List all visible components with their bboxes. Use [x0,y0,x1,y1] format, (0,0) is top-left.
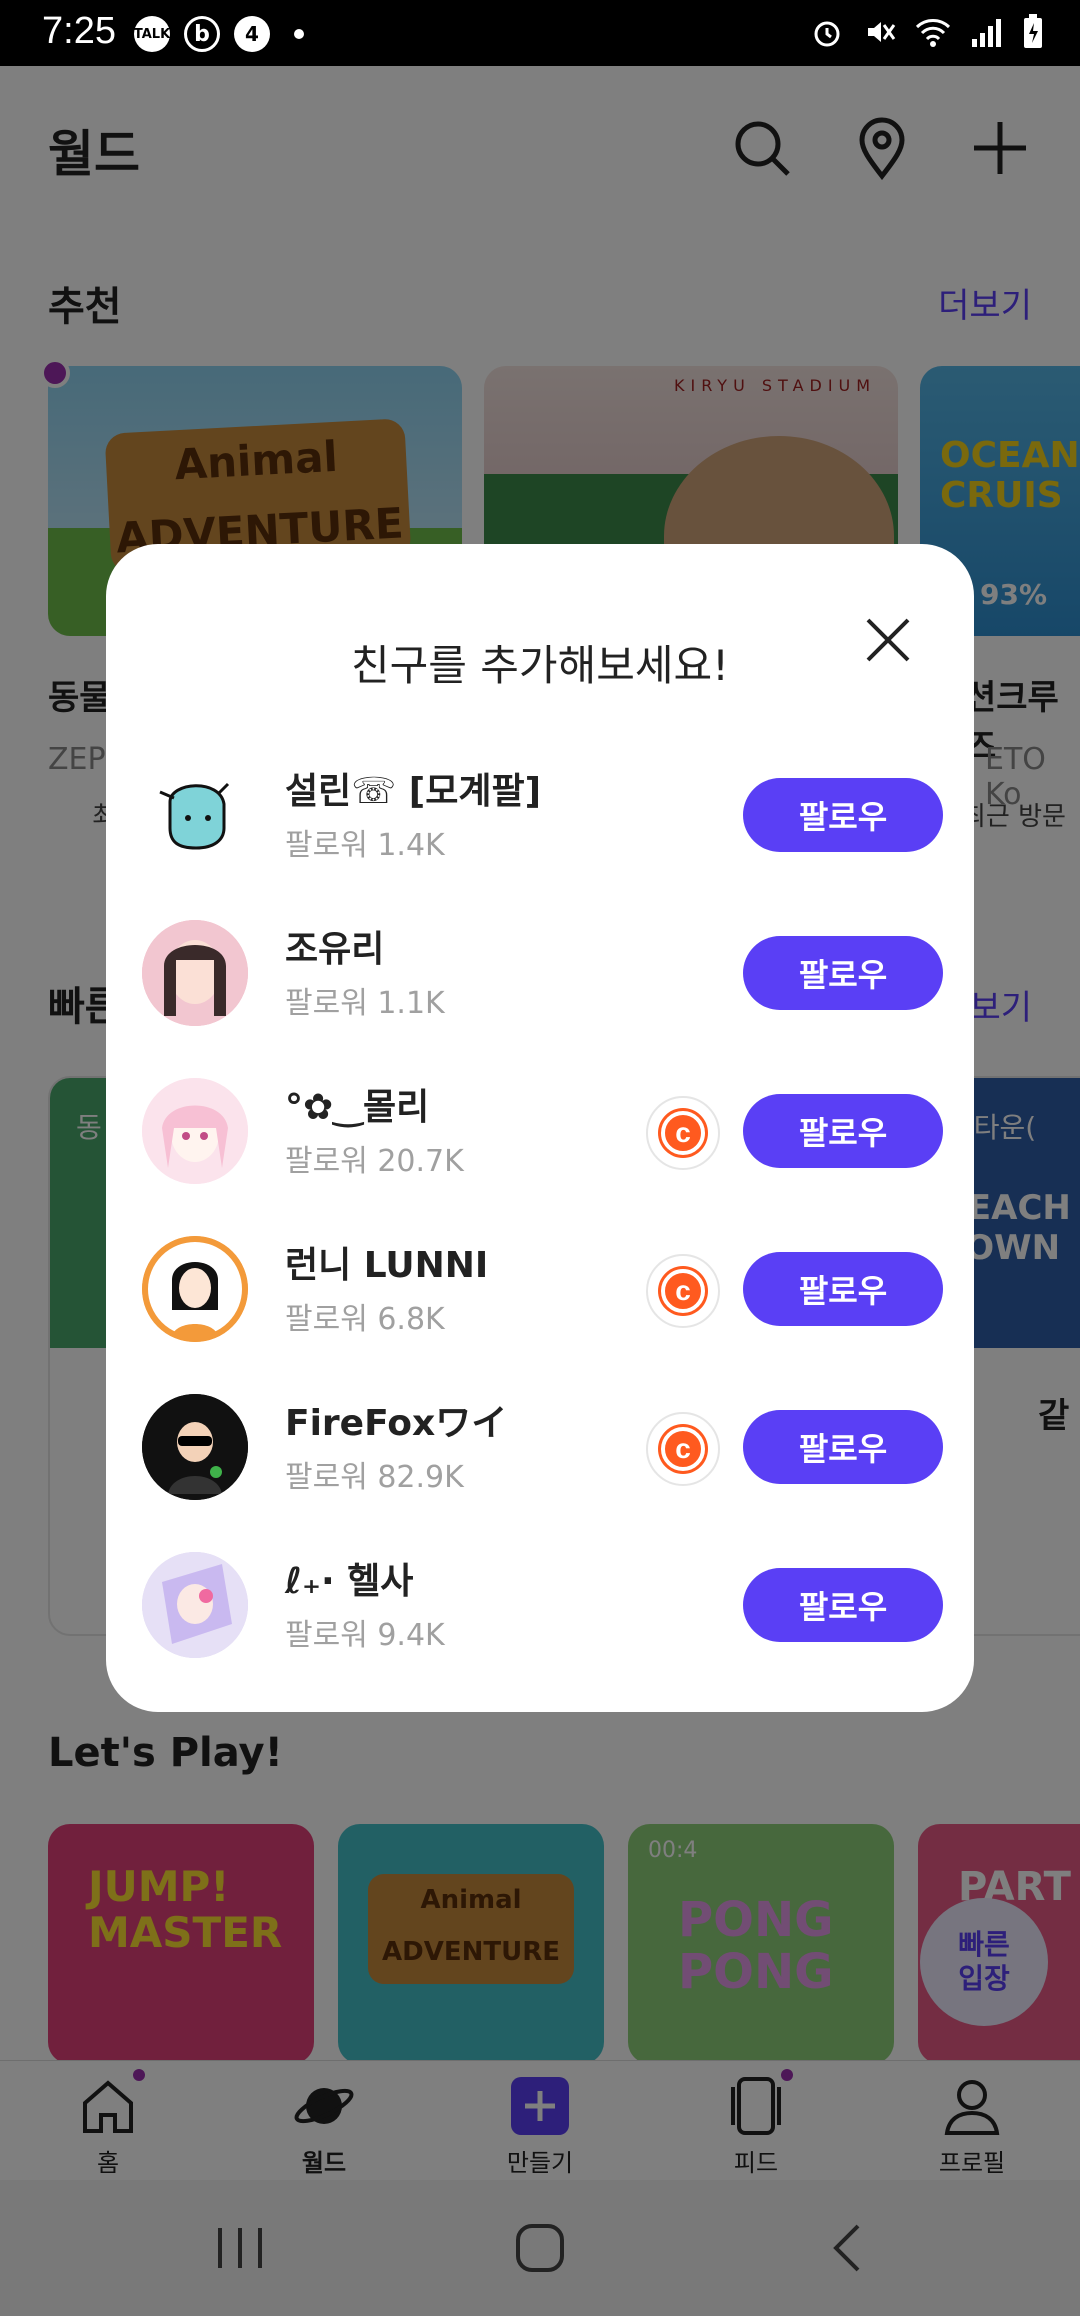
friend-row: 설린☏ [모계팔] 팔로워 1.4K 팔로우 [106,740,974,890]
dot-icon [294,29,304,39]
friend-row: FireFoxワイ 팔로워 82.9K c 팔로우 [106,1372,974,1522]
status-bar: 7:25 TALK b 4 [0,0,1080,66]
follow-button[interactable]: 팔로우 [743,778,943,852]
friend-row: °✿‿몰리 팔로워 20.7K c 팔로우 [106,1056,974,1206]
avatar[interactable] [142,1078,248,1184]
follow-button[interactable]: 팔로우 [743,1094,943,1168]
follower-count: 팔로워 9.4K [285,1618,445,1653]
add-friends-modal: 친구를 추가해보세요! 설린☏ [모계팔] 팔로워 1.4K 팔로우 조유리 팔… [106,544,974,1712]
user-name: °✿‿몰리 [285,1087,430,1128]
signal-icon [972,19,1001,47]
follower-count: 팔로워 1.4K [285,828,445,863]
friend-row: ℓ₊· 헬사 팔로워 9.4K 팔로우 [106,1530,974,1680]
status-time: 7:25 [42,10,116,52]
friend-row: 조유리 팔로워 1.1K 팔로우 [106,898,974,1048]
4-icon: 4 [234,16,270,52]
follower-count: 팔로워 1.1K [285,986,445,1021]
friend-row: 런니 LUNNI 팔로워 6.8K c 팔로우 [106,1214,974,1364]
avatar[interactable] [142,762,248,868]
avatar[interactable] [142,1552,248,1658]
follow-button[interactable]: 팔로우 [743,936,943,1010]
status-right-icons [810,14,1044,50]
wifi-icon [915,19,951,47]
user-name: ℓ₊· 헬사 [285,1561,414,1602]
avatar[interactable] [142,1236,248,1342]
status-left-icons: TALK b 4 [134,16,304,52]
avatar[interactable] [142,1394,248,1500]
follower-count: 팔로워 6.8K [285,1302,445,1337]
follower-count: 팔로워 20.7K [285,1144,464,1179]
battery-icon [1024,14,1042,48]
modal-backdrop-system [0,2180,1080,2316]
close-icon[interactable] [856,608,920,672]
user-name: 설린☏ [모계팔] [285,771,542,812]
creator-badge-icon: c [646,1412,720,1486]
follow-button[interactable]: 팔로우 [743,1252,943,1326]
alarm-icon [814,21,840,47]
follow-button[interactable]: 팔로우 [743,1568,943,1642]
creator-badge-icon: c [646,1096,720,1170]
follower-count: 팔로워 82.9K [285,1460,464,1495]
avatar[interactable] [142,920,248,1026]
talk-icon: TALK [134,16,170,52]
mute-icon [868,22,896,42]
user-name: FireFoxワイ [285,1403,508,1444]
b-icon: b [184,16,220,52]
creator-badge-icon: c [646,1254,720,1328]
modal-title: 친구를 추가해보세요! [351,641,729,690]
follow-button[interactable]: 팔로우 [743,1410,943,1484]
user-name: 조유리 [285,929,385,970]
user-name: 런니 LUNNI [285,1245,489,1286]
